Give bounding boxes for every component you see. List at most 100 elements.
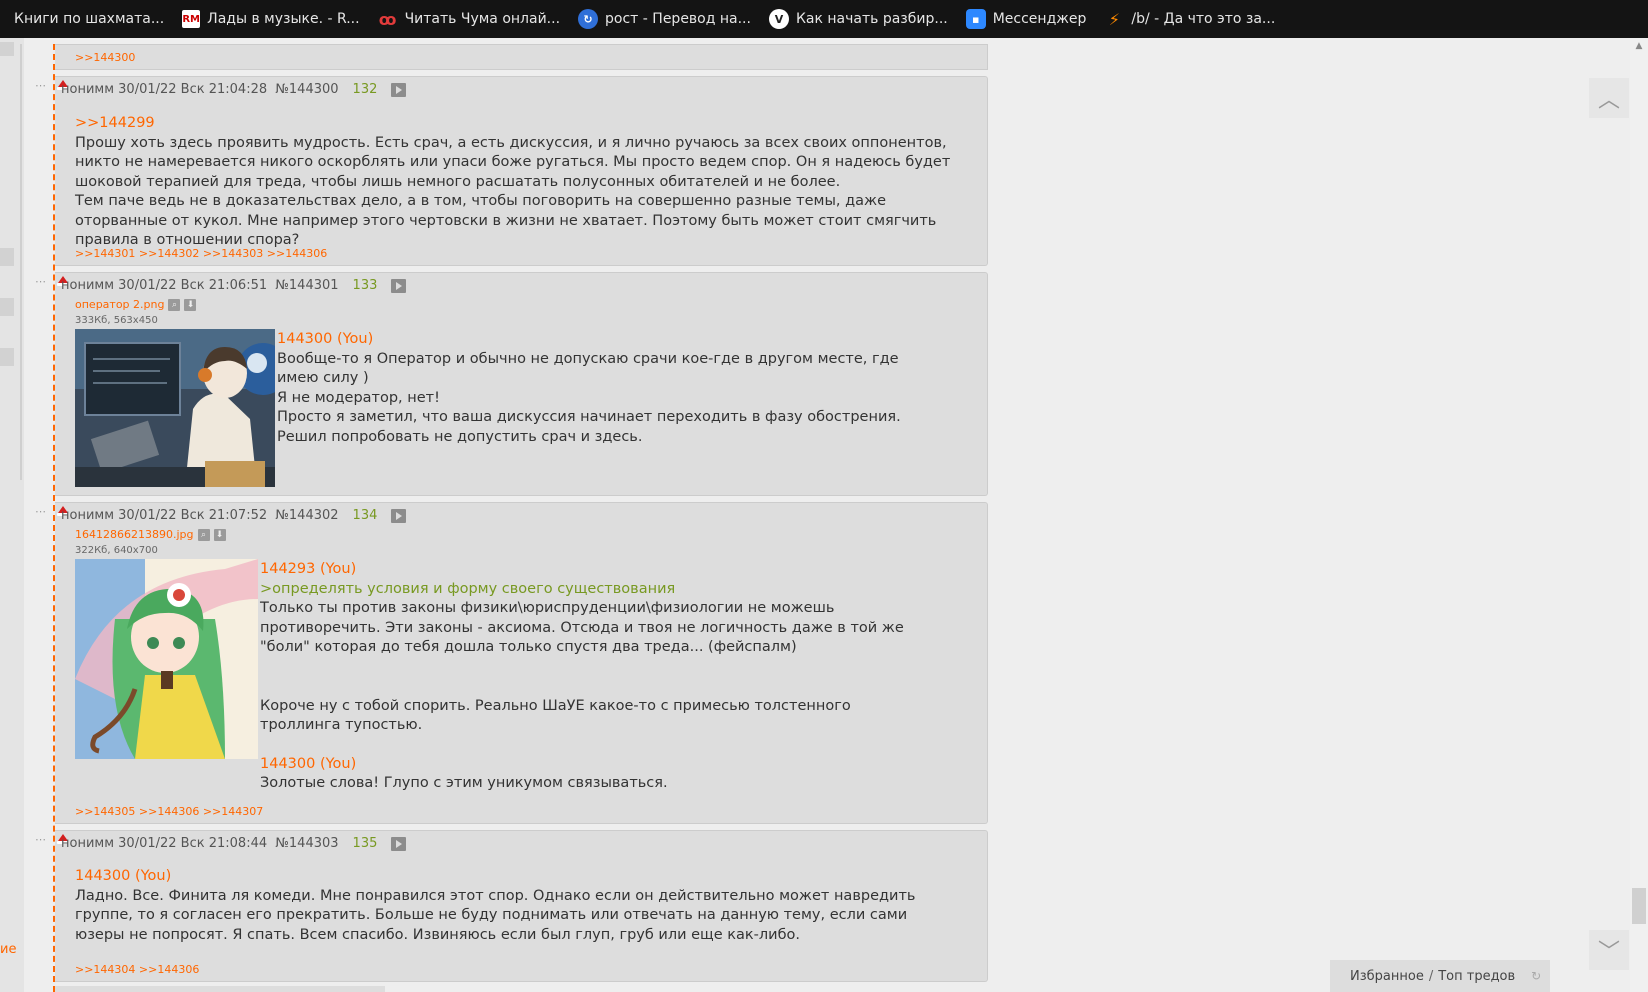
reply-refs[interactable]: >>144301 >>144302 >>144303 >>144306 bbox=[75, 247, 327, 260]
post-author: нонимм bbox=[61, 278, 115, 293]
reply-link[interactable]: 144300 (You) bbox=[260, 755, 930, 775]
post-counter: 132 bbox=[352, 82, 378, 97]
bookmark-read-plague[interactable]: ꝏ Читать Чума онлай... bbox=[378, 0, 560, 38]
post-text: Я не модератор, нет! bbox=[277, 389, 440, 406]
post-text: Ладно. Все. Финита ля комеди. Мне понрав… bbox=[75, 887, 916, 943]
post-date: 30/01/22 Вск 21:06:51 bbox=[118, 278, 268, 293]
bookmarks-bar: Книги по шахмата... RM Лады в музыке. - … bbox=[0, 0, 1648, 38]
sidebar-partial-text[interactable]: ие bbox=[0, 942, 16, 957]
scroll-to-top-button[interactable]: ︿ bbox=[1589, 78, 1629, 118]
post-counter: 133 bbox=[352, 278, 378, 293]
post-header: нонимм 30/01/22 Вск 21:08:44 №144303 135 bbox=[61, 836, 407, 851]
chevron-down-icon: ﹀ bbox=[1597, 940, 1620, 965]
post-header: нонимм 30/01/22 Вск 21:04:28 №144300 132 bbox=[61, 82, 407, 97]
post-date: 30/01/22 Вск 21:08:44 bbox=[118, 836, 268, 851]
bookmark-chess-books[interactable]: Книги по шахмата... bbox=[14, 0, 164, 38]
chevron-up-icon: ︿ bbox=[1597, 88, 1620, 113]
reply-refs[interactable]: >>144305 >>144306 >>144307 bbox=[75, 805, 263, 818]
bookmark-translate[interactable]: ↻ рост - Перевод на... bbox=[578, 0, 751, 38]
messenger-icon: ▪ bbox=[965, 9, 986, 29]
play-icon[interactable] bbox=[391, 82, 407, 97]
translate-logo-icon: ↻ bbox=[578, 9, 599, 29]
file-size: 333Кб, 563x450 bbox=[75, 315, 158, 326]
post-gap bbox=[260, 736, 930, 755]
operator-illustration bbox=[75, 329, 275, 487]
infinity-logo-icon: ꝏ bbox=[378, 9, 397, 29]
scroll-arrow-up-icon[interactable]: ▲ bbox=[1633, 41, 1645, 51]
lightning-icon: ⚡ bbox=[1108, 9, 1120, 29]
post-body: >>144299 Прошу хоть здесь проявить мудро… bbox=[75, 114, 975, 251]
post-text: Только ты против законы физики\юриспруде… bbox=[260, 600, 904, 655]
file-info: оператор 2.png ⌕ ⬇ bbox=[75, 298, 197, 311]
reply-link[interactable]: 144300 (You) bbox=[75, 867, 955, 887]
post-author: нонимм bbox=[61, 836, 115, 851]
bookmark-how-to-start[interactable]: V Как начать разбир... bbox=[768, 0, 948, 38]
download-icon[interactable]: ⬇ bbox=[184, 298, 197, 311]
post-counter: 134 bbox=[352, 508, 378, 523]
v-logo-icon: V bbox=[768, 9, 789, 29]
post-text: Тем паче ведь не в доказательствах дело,… bbox=[75, 193, 937, 248]
file-info: 16412866213890.jpg ⌕ ⬇ bbox=[75, 528, 226, 541]
search-icon[interactable]: ⌕ bbox=[168, 298, 181, 311]
post-number[interactable]: №144300 bbox=[275, 82, 338, 97]
post-body: 144300 (You) Ладно. Все. Финита ля комед… bbox=[75, 867, 955, 945]
bookmark-modes-music[interactable]: RM Лады в музыке. - R... bbox=[182, 0, 360, 38]
post-thumbnail-image[interactable] bbox=[75, 559, 258, 759]
post-header: нонимм 30/01/22 Вск 21:07:52 №144302 134 bbox=[61, 508, 407, 523]
post-number[interactable]: №144302 bbox=[275, 508, 338, 523]
favorites-panel: Избранное / Топ тредов ↻ bbox=[1330, 960, 1550, 992]
file-name-link[interactable]: оператор 2.png bbox=[75, 298, 164, 311]
anime-girl-illustration bbox=[75, 559, 258, 759]
favorites-tab[interactable]: Избранное bbox=[1350, 969, 1424, 984]
post-body: 144293 (You) >определять условия и форму… bbox=[260, 560, 930, 794]
post-thumbnail-image[interactable] bbox=[75, 329, 275, 487]
bookmark-b-board[interactable]: ⚡ /b/ - Да что это за... bbox=[1104, 0, 1276, 38]
refresh-icon[interactable]: ↻ bbox=[1531, 969, 1541, 983]
post-number[interactable]: №144303 bbox=[275, 836, 338, 851]
sidebar-marker bbox=[0, 248, 14, 266]
next-post-edge bbox=[55, 986, 385, 992]
top-threads-tab[interactable]: Топ тредов bbox=[1438, 969, 1515, 984]
sidebar-marker bbox=[0, 348, 14, 366]
post-menu-dots[interactable]: ⋯ bbox=[35, 275, 47, 288]
reply-link[interactable]: >>144299 bbox=[75, 114, 975, 134]
previous-post-tail: >>144300 bbox=[55, 44, 988, 70]
post-gap bbox=[260, 658, 930, 697]
post-text: Вообще-то я Оператор и обычно не допуска… bbox=[277, 350, 899, 387]
post-144301: ⋯ нонимм 30/01/22 Вск 21:06:51 №144301 1… bbox=[35, 272, 988, 496]
post-menu-dots[interactable]: ⋯ bbox=[35, 79, 47, 92]
post-144302: ⋯ нонимм 30/01/22 Вск 21:07:52 №144302 1… bbox=[35, 502, 988, 824]
play-icon[interactable] bbox=[391, 836, 407, 851]
scroll-to-bottom-button[interactable]: ﹀ bbox=[1589, 930, 1629, 970]
post-author: нонимм bbox=[61, 508, 115, 523]
favorites-separator: / bbox=[1428, 968, 1434, 984]
reply-refs[interactable]: >>144300 bbox=[75, 51, 135, 64]
post-date: 30/01/22 Вск 21:04:28 bbox=[118, 82, 268, 97]
post-text: Прошу хоть здесь проявить мудрость. Есть… bbox=[75, 134, 951, 190]
sidebar-divider bbox=[20, 44, 22, 480]
post-menu-dots[interactable]: ⋯ bbox=[35, 833, 47, 846]
post-header: нонимм 30/01/22 Вск 21:06:51 №144301 133 bbox=[61, 278, 407, 293]
search-icon[interactable]: ⌕ bbox=[197, 528, 210, 541]
bookmark-messenger[interactable]: ▪ Мессенджер bbox=[965, 0, 1086, 38]
reply-refs[interactable]: >>144304 >>144306 bbox=[75, 963, 199, 976]
play-icon[interactable] bbox=[391, 278, 407, 293]
post-menu-dots[interactable]: ⋯ bbox=[35, 505, 47, 518]
download-icon[interactable]: ⬇ bbox=[213, 528, 226, 541]
post-text: Просто я заметил, что ваша дискуссия нач… bbox=[277, 409, 901, 445]
post-144300: ⋯ нонимм 30/01/22 Вск 21:04:28 №144300 1… bbox=[35, 76, 988, 266]
reply-link[interactable]: 144293 (You) bbox=[260, 560, 930, 580]
file-size: 322Кб, 640x700 bbox=[75, 545, 158, 556]
post-number[interactable]: №144301 bbox=[275, 278, 338, 293]
sidebar-marker bbox=[0, 298, 14, 316]
greentext-quote: >определять условия и форму своего сущес… bbox=[260, 580, 676, 597]
page-scrollbar[interactable] bbox=[1630, 38, 1648, 992]
post-counter: 135 bbox=[352, 836, 378, 851]
post-body: 144300 (You) Вообще-то я Оператор и обыч… bbox=[277, 330, 927, 447]
play-icon[interactable] bbox=[391, 508, 407, 523]
rm-logo-icon: RM bbox=[182, 10, 201, 28]
scrollbar-thumb[interactable] bbox=[1632, 888, 1646, 924]
post-date: 30/01/22 Вск 21:07:52 bbox=[118, 508, 268, 523]
file-name-link[interactable]: 16412866213890.jpg bbox=[75, 528, 194, 541]
reply-link[interactable]: 144300 (You) bbox=[277, 330, 927, 350]
